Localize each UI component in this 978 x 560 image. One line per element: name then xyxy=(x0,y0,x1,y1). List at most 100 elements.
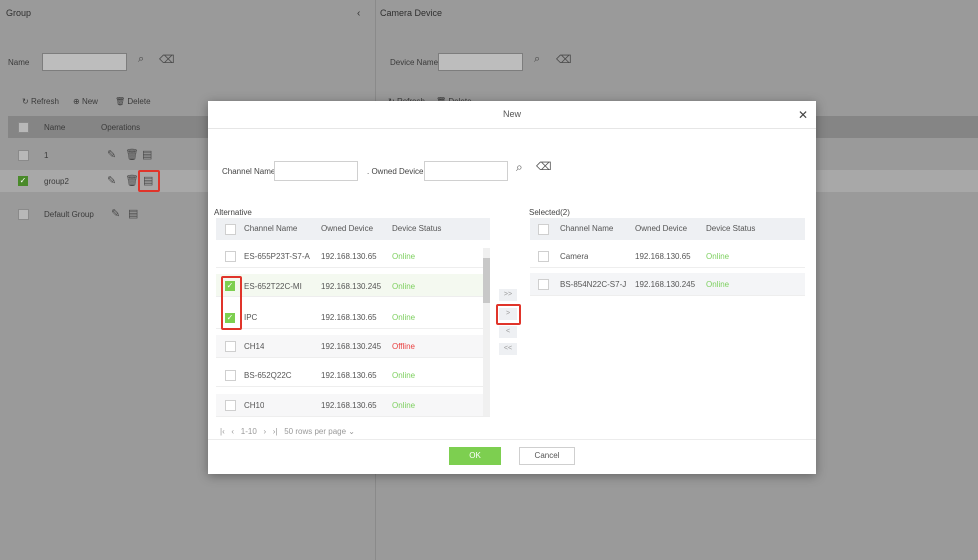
owned-device-label-text: Owned Device xyxy=(371,167,424,176)
table-row[interactable]: ✓ IPC 192.168.130.65 Online xyxy=(216,306,490,329)
footer-divider xyxy=(208,439,816,440)
group-row-name: group2 xyxy=(44,177,69,186)
row-checkbox[interactable] xyxy=(538,251,549,262)
channel-name-label: Channel Name xyxy=(222,167,276,176)
edit-icon[interactable]: ✎ xyxy=(111,207,120,220)
close-icon[interactable]: ✕ xyxy=(798,108,808,122)
channel-name-cell: CH14 xyxy=(244,342,265,351)
move-all-left-button[interactable]: << xyxy=(499,343,517,355)
move-right-button[interactable]: > xyxy=(499,308,517,320)
row-checkbox[interactable] xyxy=(225,251,236,262)
edit-icon[interactable]: ✎ xyxy=(107,148,116,161)
new-channel-dialog: New ✕ Channel Name . Owned Device ⌕ ⌫ Al… xyxy=(208,101,816,474)
owned-device-cell: 192.168.130.245 xyxy=(321,342,382,351)
search-icon[interactable]: ⌕ xyxy=(516,160,523,175)
group-col-name: Name xyxy=(44,123,66,132)
device-status-cell: Online xyxy=(392,313,416,322)
prev-page-icon[interactable]: ‹ xyxy=(231,427,234,436)
table-row[interactable]: CH10 192.168.130.65 Online xyxy=(216,394,490,417)
selected-table-header: Channel Name Owned Device Device Status xyxy=(530,218,805,240)
group-select-all-checkbox[interactable] xyxy=(18,122,29,133)
group-new-button[interactable]: ⊕ New xyxy=(73,97,98,106)
channel-name-cell: ES-652T22C-MI xyxy=(244,282,302,291)
group-row-name: Default Group xyxy=(44,210,94,219)
row-checkbox[interactable] xyxy=(538,279,549,290)
channel-name-cell: BS-854N22C-S7-J xyxy=(560,280,627,289)
row-checkbox[interactable] xyxy=(225,370,236,381)
channel-name-cell: BS-652Q22C xyxy=(244,371,292,380)
group-panel-title: Group xyxy=(6,8,32,18)
group-refresh-button[interactable]: ↻ Refresh xyxy=(22,97,59,106)
move-left-button[interactable]: < xyxy=(499,326,517,338)
selected-select-all-checkbox[interactable] xyxy=(538,224,549,235)
ok-button[interactable]: OK xyxy=(449,447,501,465)
selected-label: Selected(2) xyxy=(529,208,570,217)
scrollbar-thumb[interactable] xyxy=(483,258,490,303)
channel-name-cell: IPC xyxy=(244,313,258,322)
last-page-icon[interactable]: ›| xyxy=(273,427,278,436)
channel-icon-highlight[interactable]: ▤ xyxy=(138,170,160,192)
row-checkbox[interactable] xyxy=(18,150,29,161)
clear-icon[interactable]: ⌫ xyxy=(536,160,552,173)
device-status-cell: Online xyxy=(392,252,416,261)
table-row[interactable]: ES-655P23T-S7-A 192.168.130.65 Online xyxy=(216,245,490,268)
channel-icon[interactable]: ▤ xyxy=(128,207,138,220)
table-row[interactable]: CH14 192.168.130.245 Offline xyxy=(216,335,490,358)
owned-device-cell: 192.168.130.65 xyxy=(321,252,377,261)
row-checkbox-checked[interactable]: ✓ xyxy=(18,176,28,186)
channel-name-cell: CH10 xyxy=(244,401,265,410)
alt-col-owned-device: Owned Device xyxy=(321,224,374,233)
search-icon[interactable]: ⌕ xyxy=(534,53,540,66)
rows-per-page-select[interactable]: 50 rows per page xyxy=(284,427,346,436)
next-page-icon[interactable]: › xyxy=(263,427,266,436)
delete-icon[interactable]: 🗑 xyxy=(125,148,139,161)
channel-name-input[interactable] xyxy=(274,161,358,181)
clear-icon[interactable]: ⌫ xyxy=(556,53,572,66)
table-row[interactable]: BS-854N22C-S7-J 192.168.130.245 Online xyxy=(530,273,805,296)
device-status-cell: Online xyxy=(392,282,416,291)
table-row[interactable]: BS-652Q22C 192.168.130.65 Online xyxy=(216,364,490,387)
clear-icon[interactable]: ⌫ xyxy=(159,53,175,66)
chevron-down-icon[interactable]: ⌄ xyxy=(348,427,355,436)
row-checkbox[interactable] xyxy=(225,341,236,352)
move-all-right-button[interactable]: >> xyxy=(499,289,517,301)
table-row[interactable]: ✓ ES-652T22C-MI 192.168.130.245 Online xyxy=(216,274,490,297)
group-name-search-label: Name xyxy=(8,58,30,67)
alternative-table-header: Channel Name Owned Device Device Status xyxy=(216,218,490,240)
owned-device-cell: 192.168.130.65 xyxy=(321,313,377,322)
camera-device-title: Camera Device xyxy=(380,8,443,18)
sel-col-owned-device: Owned Device xyxy=(635,224,688,233)
group-delete-button[interactable]: 🗑 Delete xyxy=(115,97,151,106)
device-status-cell: Offline xyxy=(392,342,415,351)
row-checkbox[interactable] xyxy=(18,209,29,220)
pagination: |‹ ‹ 1-10 › ›| 50 rows per page ⌄ xyxy=(220,427,355,436)
owned-device-input[interactable] xyxy=(424,161,508,181)
device-status-cell: Online xyxy=(392,401,416,410)
alternative-select-all-checkbox[interactable] xyxy=(225,224,236,235)
dialog-title: New xyxy=(208,101,816,129)
device-status-cell: Online xyxy=(706,280,730,289)
alternative-scrollbar[interactable] xyxy=(483,248,490,416)
group-row-name: 1 xyxy=(44,151,49,160)
sel-col-device-status: Device Status xyxy=(706,224,756,233)
delete-icon[interactable]: 🗑 xyxy=(125,174,139,187)
channel-name-cell: ES-655P23T-S7-A xyxy=(244,252,310,261)
owned-device-cell: 192.168.130.65 xyxy=(635,252,691,261)
channel-icon[interactable]: ▤ xyxy=(142,148,152,161)
device-name-search-input[interactable] xyxy=(438,53,523,71)
cancel-button[interactable]: Cancel xyxy=(519,447,575,465)
edit-icon[interactable]: ✎ xyxy=(107,174,116,187)
first-page-icon[interactable]: |‹ xyxy=(220,427,225,436)
chevron-left-icon[interactable]: ‹ xyxy=(357,8,360,19)
move-right-highlight[interactable]: > xyxy=(496,304,521,325)
alt-col-channel-name: Channel Name xyxy=(244,224,298,233)
page-range: 1-10 xyxy=(240,427,257,436)
owned-device-cell: 192.168.130.65 xyxy=(321,401,377,410)
group-refresh-label: Refresh xyxy=(30,97,59,106)
owned-device-cell: 192.168.130.245 xyxy=(635,280,696,289)
search-icon[interactable]: ⌕ xyxy=(138,53,144,66)
table-row[interactable]: Camera 192.168.130.65 Online xyxy=(530,245,805,268)
channel-icon[interactable]: ▤ xyxy=(143,174,153,187)
row-checkbox[interactable] xyxy=(225,400,236,411)
group-name-search-input[interactable] xyxy=(42,53,127,71)
